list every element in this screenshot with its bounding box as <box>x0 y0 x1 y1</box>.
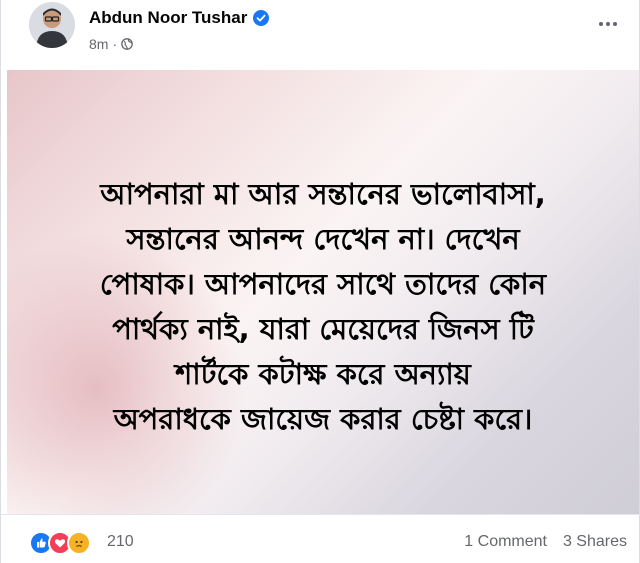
author-row: Abdun Noor Tushar <box>89 8 270 28</box>
post-text: আপনারা মা আর সন্তানের ভালোবাসা, সন্তানের… <box>37 172 609 442</box>
more-options-button[interactable] <box>593 14 623 34</box>
post-text-line: অপরাধকে জায়েজ করার চেষ্টা করে। <box>113 402 533 436</box>
sad-icon <box>67 531 91 555</box>
author-name[interactable]: Abdun Noor Tushar <box>89 8 247 28</box>
post-text-line: আপনারা মা আর সন্তানের ভালোবাসা, <box>100 177 546 211</box>
post-content[interactable]: আপনারা মা আর সন্তানের ভালোবাসা, সন্তানের… <box>7 70 639 514</box>
avatar-image <box>29 2 75 48</box>
verified-badge-icon <box>253 10 270 26</box>
post-header: Abdun Noor Tushar 8m · <box>1 0 640 66</box>
shares-count-link[interactable]: 3 Shares <box>563 533 627 551</box>
reaction-icons[interactable] <box>29 531 91 555</box>
post-time[interactable]: 8m <box>89 36 108 52</box>
avatar[interactable] <box>29 2 75 48</box>
meta-separator: · <box>112 36 118 52</box>
more-dot-icon <box>606 22 610 26</box>
post-text-line: পোষাক। আপনাদের সাথে তাদের কোন <box>99 267 547 301</box>
more-dot-icon <box>613 22 617 26</box>
post-footer: 210 1 Comment 3 Shares <box>1 514 640 563</box>
post-text-line: সন্তানের আনন্দ দেখেন না। দেখেন <box>126 222 520 256</box>
comments-count-link[interactable]: 1 Comment <box>464 533 547 551</box>
post-text-line: পার্থক্য নাই, যারা মেয়েদের জিনস টি <box>112 312 534 346</box>
post-card: Abdun Noor Tushar 8m · আপনারা মা আর সন্ত… <box>0 0 640 563</box>
post-meta: 8m · <box>89 36 133 52</box>
more-dot-icon <box>599 22 603 26</box>
globe-icon <box>121 38 133 50</box>
post-text-line: শার্টকে কটাক্ষ করে অন্যায় <box>175 357 471 391</box>
reaction-count[interactable]: 210 <box>107 533 134 551</box>
